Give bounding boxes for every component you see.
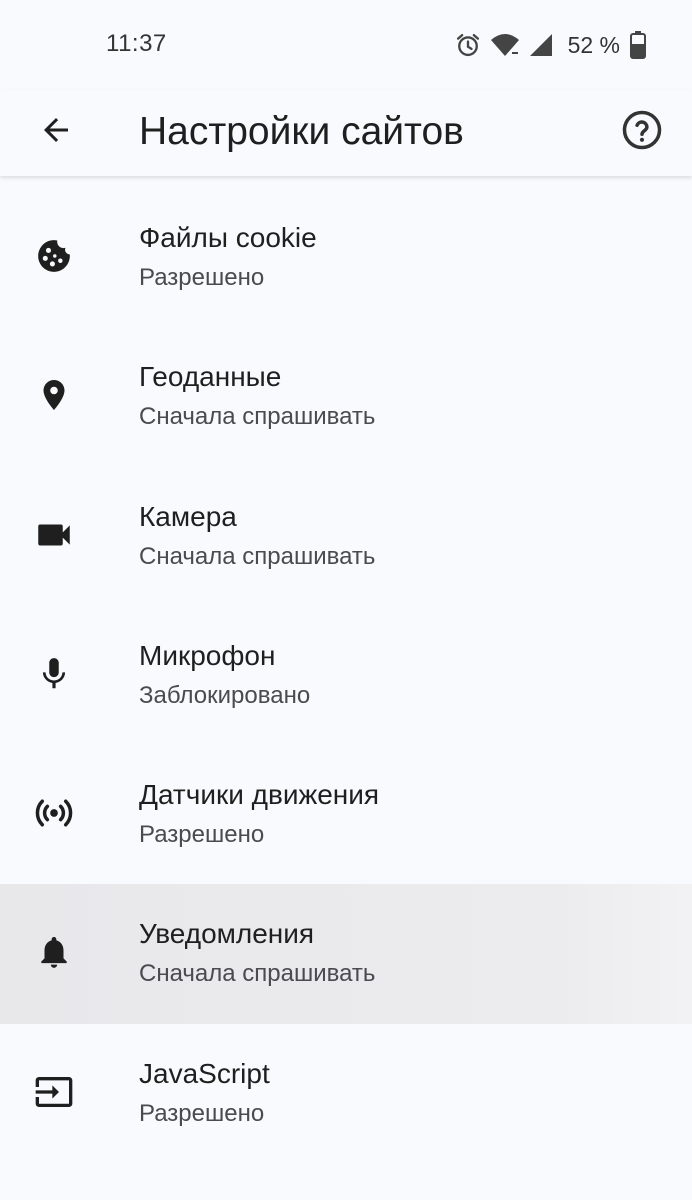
wifi-icon [490, 32, 520, 58]
list-item-status: Сначала спрашивать [139, 403, 376, 431]
list-item-motion-sensors[interactable]: Датчики движения Разрешено [0, 745, 692, 884]
app-bar: Настройки сайтов [0, 90, 692, 176]
list-item-microphone[interactable]: Микрофон Заблокировано [0, 606, 692, 745]
status-time: 11:37 [106, 30, 167, 57]
help-circle-icon [621, 109, 663, 156]
list-item-status: Разрешено [139, 264, 265, 291]
list-item-status: Заблокировано [139, 681, 311, 709]
help-button[interactable] [612, 102, 672, 162]
alarm-icon [454, 31, 482, 59]
status-bar: 11:37 52 % [0, 0, 692, 90]
cell-signal-icon [528, 32, 554, 58]
page-title: Настройки сайтов [139, 110, 464, 153]
back-button[interactable] [26, 102, 86, 162]
motion-sensors-icon [30, 789, 78, 837]
list-item-status: Разрешено [139, 821, 265, 849]
microphone-icon [30, 650, 78, 698]
list-item-title: Камера [139, 500, 237, 532]
screen: 11:37 52 % Настройки сайтов Файлы cookie… [0, 0, 692, 1200]
list-item-title: Геоданные [139, 361, 282, 393]
list-item-cookies[interactable]: Файлы cookie Разрешено [0, 188, 692, 327]
list-item-title: JavaScript [139, 1057, 270, 1089]
battery-percent: 52 % [567, 31, 620, 58]
status-icons: 52 % [454, 28, 646, 62]
bell-icon [30, 928, 78, 976]
cookie-icon [30, 232, 78, 280]
list-item-title: Датчики движения [139, 779, 380, 811]
list-item-javascript[interactable]: JavaScript Разрешено [0, 1024, 692, 1163]
site-settings-list: Файлы cookie Разрешено Геоданные Сначала… [0, 188, 692, 1163]
list-item-status: Разрешено [139, 1099, 265, 1127]
list-item-status: Сначала спрашивать [139, 542, 376, 570]
list-item-status: Сначала спрашивать [139, 960, 376, 988]
battery-icon [630, 31, 646, 59]
list-item-title: Микрофон [139, 639, 276, 671]
list-item-title: Файлы cookie [139, 222, 317, 253]
arrow-back-icon [38, 112, 74, 153]
javascript-input-icon [30, 1068, 78, 1116]
list-item-camera[interactable]: Камера Сначала спрашивать [0, 467, 692, 606]
videocam-icon [30, 511, 78, 559]
list-item-title: Уведомления [139, 918, 315, 950]
list-item-location[interactable]: Геоданные Сначала спрашивать [0, 327, 692, 466]
location-pin-icon [30, 371, 78, 419]
list-item-notifications[interactable]: Уведомления Сначала спрашивать [0, 884, 692, 1024]
